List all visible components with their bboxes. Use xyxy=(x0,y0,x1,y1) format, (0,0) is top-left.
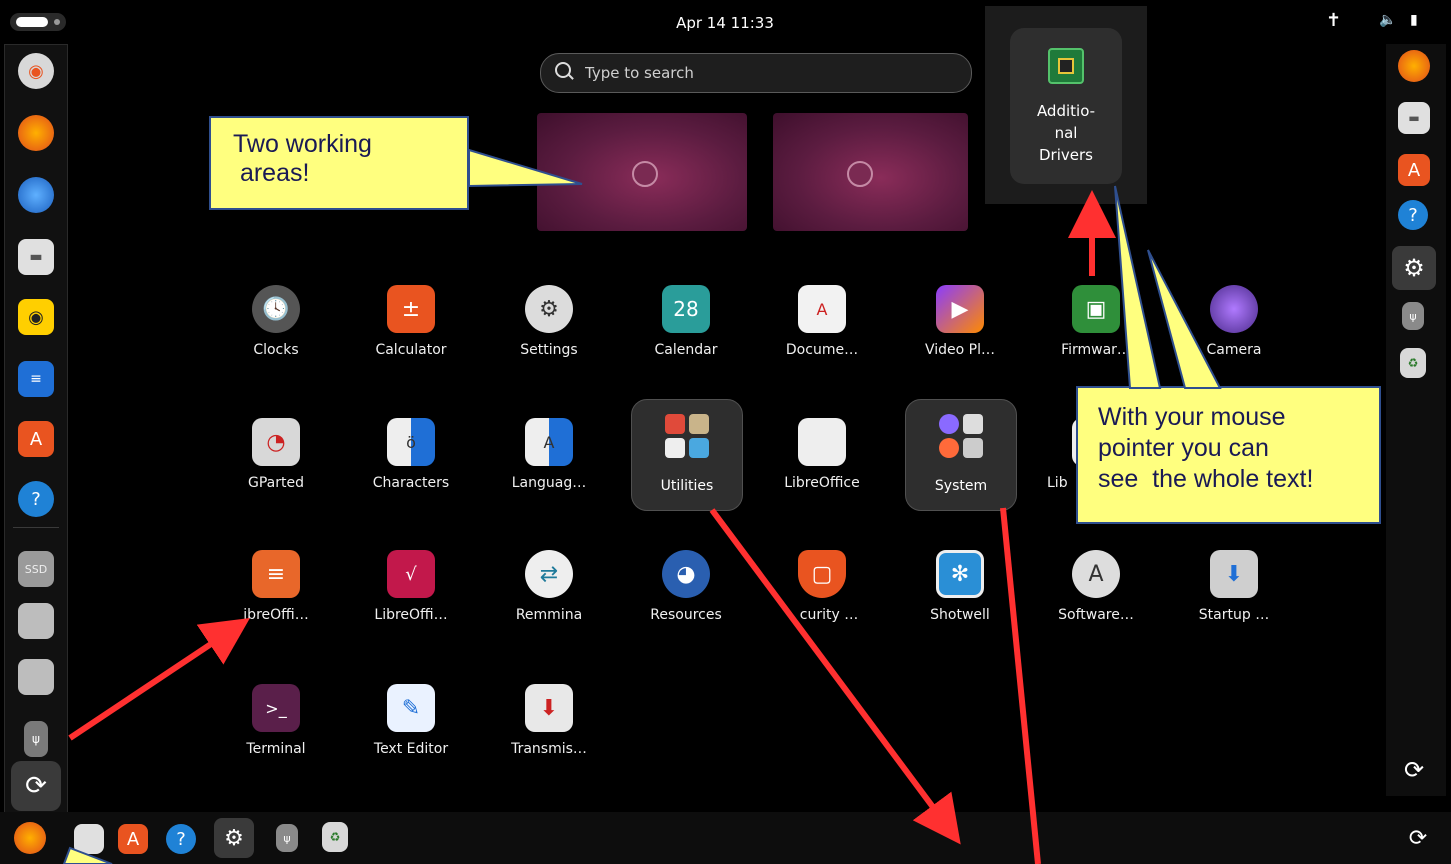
arrow-to-impress xyxy=(68,618,250,741)
callout-b-tail-1 xyxy=(1114,185,1162,389)
arrow-from-system xyxy=(1000,507,1041,864)
callout-a-tail xyxy=(468,148,583,188)
callout-b-tail-2 xyxy=(1147,249,1222,389)
callout-c-tail xyxy=(62,846,113,864)
arrow-from-utilities xyxy=(709,508,961,845)
annotation-overlay xyxy=(62,148,1222,864)
